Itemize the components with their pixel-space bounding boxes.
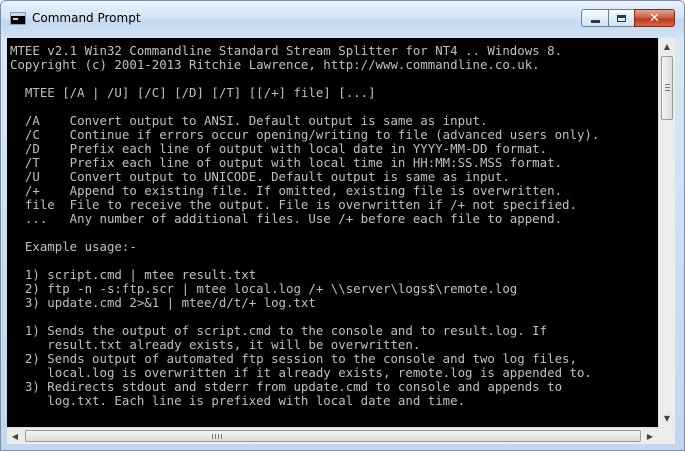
- console-line: /A Convert output to ANSI. Default outpu…: [10, 113, 488, 128]
- scroll-up-button[interactable]: ▲: [659, 38, 675, 54]
- console-line: ... Any number of additional files. Use …: [10, 211, 563, 226]
- console-line: 3) update.cmd 2>&1 | mtee/d/t/+ log.txt: [10, 295, 316, 310]
- minimize-button[interactable]: [581, 9, 609, 27]
- close-icon: ✕: [649, 10, 660, 26]
- console-line: 2) ftp -n -s:ftp.scr | mtee local.log /+…: [10, 281, 518, 296]
- horizontal-scrollbar[interactable]: ◀ ▶: [7, 427, 658, 444]
- console-line: Example usage:-: [10, 239, 137, 254]
- console-line: /+ Append to existing file. If omitted, …: [10, 183, 563, 198]
- arrow-right-icon: ▶: [646, 431, 654, 441]
- console-line: 2) Sends output of automated ftp session…: [10, 351, 577, 366]
- scroll-right-button[interactable]: ▶: [642, 428, 658, 444]
- horizontal-scroll-thumb[interactable]: [25, 430, 641, 442]
- scroll-left-button[interactable]: ◀: [7, 428, 23, 444]
- console-icon[interactable]: [10, 12, 26, 25]
- console-line: /D Prefix each line of output with local…: [10, 141, 548, 156]
- console-line: 3) Redirects stdout and stderr from upda…: [10, 379, 563, 394]
- arrow-left-icon: ◀: [11, 431, 19, 441]
- grip-line: [665, 84, 670, 85]
- scrollbar-corner: [658, 427, 675, 444]
- console-output[interactable]: MTEE v2.1 Win32 Commandline Standard Str…: [7, 38, 658, 427]
- close-button[interactable]: ✕: [634, 9, 675, 27]
- minimize-icon: [590, 19, 600, 23]
- console-line: file File to receive the output. File is…: [10, 197, 577, 212]
- console-line: result.txt already exists, it will be ov…: [10, 337, 421, 352]
- window-title: Command Prompt: [32, 11, 141, 25]
- console-line: MTEE [/A | /U] [/C] [/D] [/T] [[/+] file…: [10, 85, 376, 100]
- vertical-scrollbar[interactable]: ▲ ▼: [658, 38, 675, 427]
- console-line: 1) script.cmd | mtee result.txt: [10, 267, 257, 282]
- console-line: local.log is overwritten if it already e…: [10, 365, 592, 380]
- grip-line: [221, 434, 222, 439]
- grip-line: [212, 434, 213, 439]
- console-line: log.txt. Each line is prefixed with loca…: [10, 393, 466, 408]
- arrow-down-icon: ▼: [663, 413, 671, 423]
- scroll-down-button[interactable]: ▼: [659, 410, 675, 426]
- console-line: Copyright (c) 2001-2013 Ritchie Lawrence…: [10, 57, 540, 72]
- console-line: 1) Sends the output of script.cmd to the…: [10, 323, 548, 338]
- console-line: /U Convert output to UNICODE. Default ou…: [10, 169, 510, 184]
- vertical-scroll-thumb[interactable]: [661, 56, 673, 120]
- arrow-up-icon: ▲: [663, 41, 671, 51]
- console-line: /T Prefix each line of output with local…: [10, 155, 563, 170]
- command-prompt-window: Command Prompt ✕ MTEE v2.1 Win32 Command…: [0, 0, 685, 451]
- maximize-button[interactable]: [608, 9, 635, 27]
- console-line: /C Continue if errors occur opening/writ…: [10, 127, 600, 142]
- grip-line: [665, 87, 670, 88]
- console-line: MTEE v2.1 Win32 Commandline Standard Str…: [10, 43, 563, 58]
- grip-line: [215, 434, 216, 439]
- maximize-icon: [617, 14, 626, 22]
- grip-line: [218, 434, 219, 439]
- title-bar[interactable]: Command Prompt ✕: [1, 1, 684, 37]
- grip-line: [665, 90, 670, 91]
